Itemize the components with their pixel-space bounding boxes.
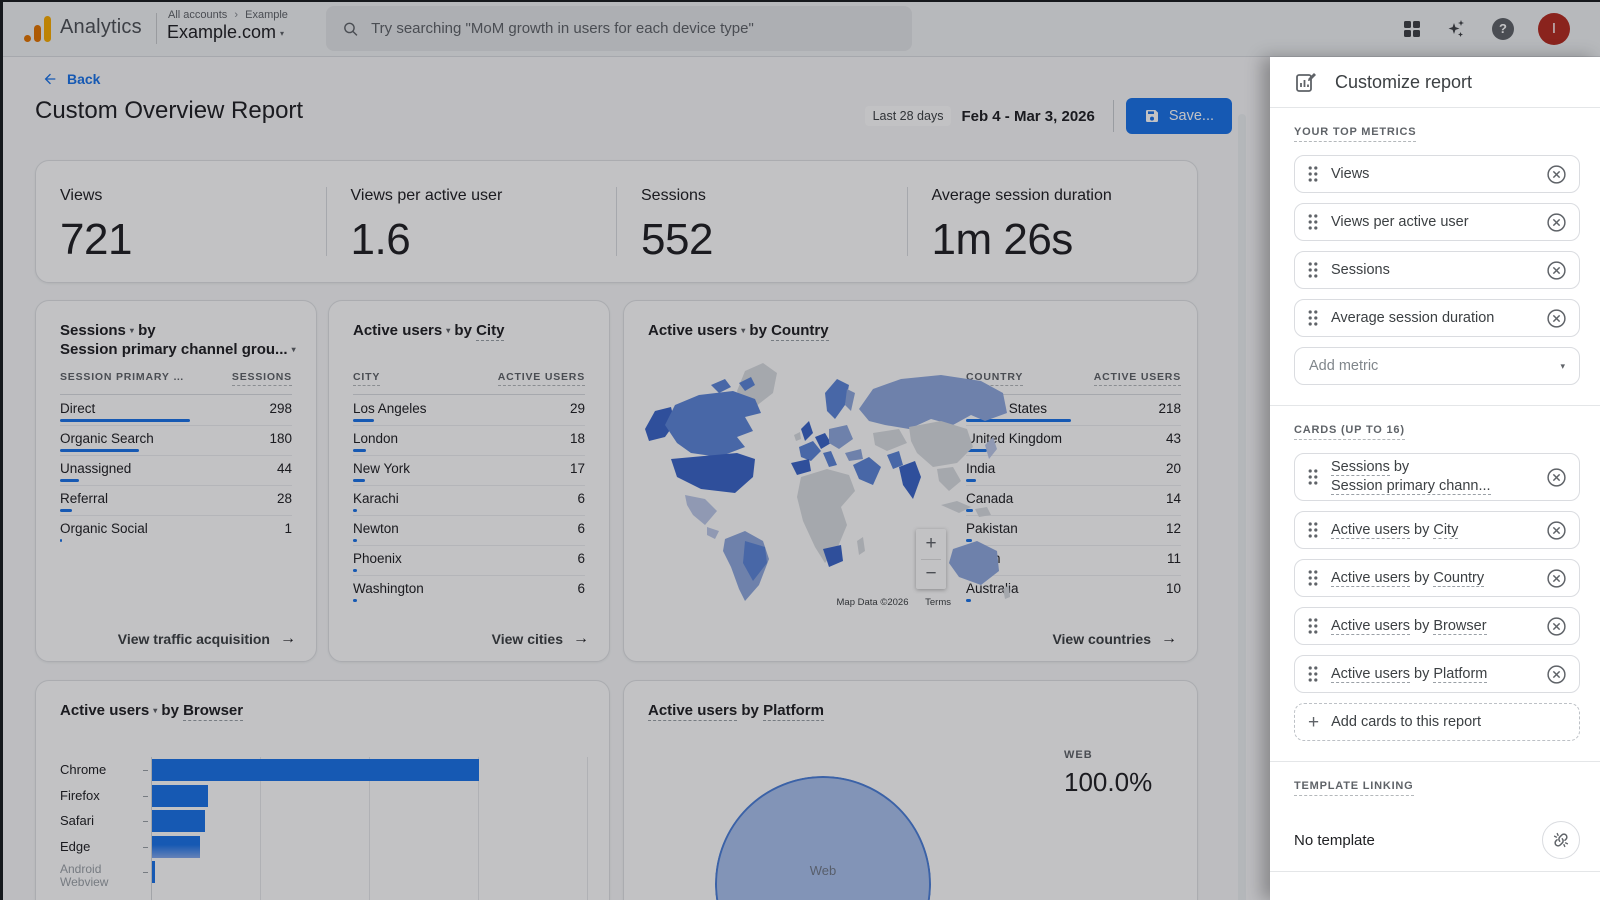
remove-metric-button[interactable] xyxy=(1546,308,1567,329)
card-chip-label: Active users by Browser xyxy=(1331,617,1538,636)
card-chip-label: Active users by Country xyxy=(1331,569,1538,588)
remove-icon xyxy=(1546,568,1567,589)
drag-handle[interactable] xyxy=(1308,618,1318,634)
card-chip-label: Active users by Platform xyxy=(1331,665,1538,684)
chip-label-part: Active users xyxy=(1331,522,1410,539)
customize-report-panel: Customize report YOUR TOP METRICS ViewsV… xyxy=(1270,57,1600,900)
chip-label-part: Platform xyxy=(1433,666,1487,683)
chip-label-part: Active users xyxy=(1331,666,1410,683)
remove-icon xyxy=(1546,308,1567,329)
metric-chip-label: Average session duration xyxy=(1331,309,1538,328)
drag-handle[interactable] xyxy=(1308,310,1318,326)
customize-report-icon xyxy=(1294,70,1318,94)
chip-label-part: by xyxy=(1410,618,1433,634)
analytics-app: Analytics All accounts › Example Example… xyxy=(0,0,1600,900)
drag-handle-icon xyxy=(1308,618,1318,634)
chip-label-part: Active users xyxy=(1331,570,1410,587)
link-off-icon xyxy=(1551,830,1571,850)
drag-handle-icon xyxy=(1308,522,1318,538)
remove-metric-button[interactable] xyxy=(1546,164,1567,185)
remove-icon xyxy=(1546,616,1567,637)
remove-card-button[interactable] xyxy=(1546,616,1567,637)
card-chip[interactable]: Active users by Country xyxy=(1294,559,1580,597)
plus-icon: + xyxy=(1308,713,1319,732)
chip-label-part: Browser xyxy=(1433,618,1486,635)
card-chip-line: Active users by Platform xyxy=(1331,665,1538,684)
metric-chip[interactable]: Views xyxy=(1294,155,1580,193)
drag-handle[interactable] xyxy=(1308,570,1318,586)
card-chip[interactable]: Sessions bySession primary chann... xyxy=(1294,453,1580,501)
chip-label-part: by xyxy=(1390,459,1409,475)
drag-handle-icon xyxy=(1308,310,1318,326)
window-edge-top xyxy=(0,0,1600,2)
metric-chip-label: Views per active user xyxy=(1331,213,1538,232)
add-cards-button[interactable]: + Add cards to this report xyxy=(1294,703,1580,741)
remove-icon xyxy=(1546,664,1567,685)
chip-label-part: by xyxy=(1410,666,1433,682)
chevron-down-icon: ▾ xyxy=(1560,361,1565,372)
section-label-cards: CARDS (UP TO 16) xyxy=(1294,424,1405,440)
metric-chip[interactable]: Sessions xyxy=(1294,251,1580,289)
drag-handle[interactable] xyxy=(1308,666,1318,682)
metric-chip-list: Views Views per active user Sessions Averag… xyxy=(1270,155,1600,337)
drag-handle[interactable] xyxy=(1308,469,1318,485)
card-chip-line: Session primary chann... xyxy=(1331,477,1538,496)
add-cards-label: Add cards to this report xyxy=(1331,714,1481,730)
drag-handle-icon xyxy=(1308,262,1318,278)
chip-label-part: City xyxy=(1433,522,1458,539)
drag-handle-icon xyxy=(1308,570,1318,586)
card-chip-line: Sessions by xyxy=(1331,458,1538,477)
card-chip-line: Active users by Country xyxy=(1331,569,1538,588)
section-label-template-linking: TEMPLATE LINKING xyxy=(1294,780,1414,796)
card-chip-line: Active users by Browser xyxy=(1331,617,1538,636)
card-chip[interactable]: Active users by Browser xyxy=(1294,607,1580,645)
card-chip-list: Sessions bySession primary chann...Activ… xyxy=(1270,453,1600,693)
metric-chip[interactable]: Average session duration xyxy=(1294,299,1580,337)
remove-card-button[interactable] xyxy=(1546,664,1567,685)
remove-metric-button[interactable] xyxy=(1546,212,1567,233)
remove-icon xyxy=(1546,467,1567,488)
remove-card-button[interactable] xyxy=(1546,568,1567,589)
unlink-template-button[interactable] xyxy=(1542,821,1580,859)
chip-label-part: by xyxy=(1410,570,1433,586)
metric-chip-label: Sessions xyxy=(1331,261,1538,280)
chip-label-part: by xyxy=(1410,522,1433,538)
add-metric-dropdown[interactable]: Add metric ▾ xyxy=(1294,347,1580,385)
remove-icon xyxy=(1546,164,1567,185)
chip-label-part: Country xyxy=(1433,570,1484,587)
card-chip-label: Sessions bySession primary chann... xyxy=(1331,458,1538,496)
metric-chip-label: Views xyxy=(1331,165,1538,184)
remove-icon xyxy=(1546,260,1567,281)
template-name: No template xyxy=(1294,832,1542,849)
window-edge-left xyxy=(0,0,3,900)
remove-card-button[interactable] xyxy=(1546,467,1567,488)
add-metric-placeholder: Add metric xyxy=(1309,358,1560,374)
drag-handle[interactable] xyxy=(1308,262,1318,278)
panel-title: Customize report xyxy=(1335,72,1472,93)
drag-handle-icon xyxy=(1308,666,1318,682)
card-chip-line: Active users by City xyxy=(1331,521,1538,540)
card-chip[interactable]: Active users by City xyxy=(1294,511,1580,549)
section-label-top-metrics: YOUR TOP METRICS xyxy=(1294,126,1416,142)
drag-handle-icon xyxy=(1308,469,1318,485)
card-chip[interactable]: Active users by Platform xyxy=(1294,655,1580,693)
drag-handle[interactable] xyxy=(1308,522,1318,538)
drag-handle-icon xyxy=(1308,214,1318,230)
chip-label-part: Sessions xyxy=(1331,459,1390,476)
remove-icon xyxy=(1546,520,1567,541)
drag-handle[interactable] xyxy=(1308,166,1318,182)
remove-card-button[interactable] xyxy=(1546,520,1567,541)
remove-metric-button[interactable] xyxy=(1546,260,1567,281)
drag-handle-icon xyxy=(1308,166,1318,182)
metric-chip[interactable]: Views per active user xyxy=(1294,203,1580,241)
chip-label-part: Active users xyxy=(1331,618,1410,635)
card-chip-label: Active users by City xyxy=(1331,521,1538,540)
chip-label-part: Session primary chann... xyxy=(1331,478,1491,495)
drag-handle[interactable] xyxy=(1308,214,1318,230)
remove-icon xyxy=(1546,212,1567,233)
